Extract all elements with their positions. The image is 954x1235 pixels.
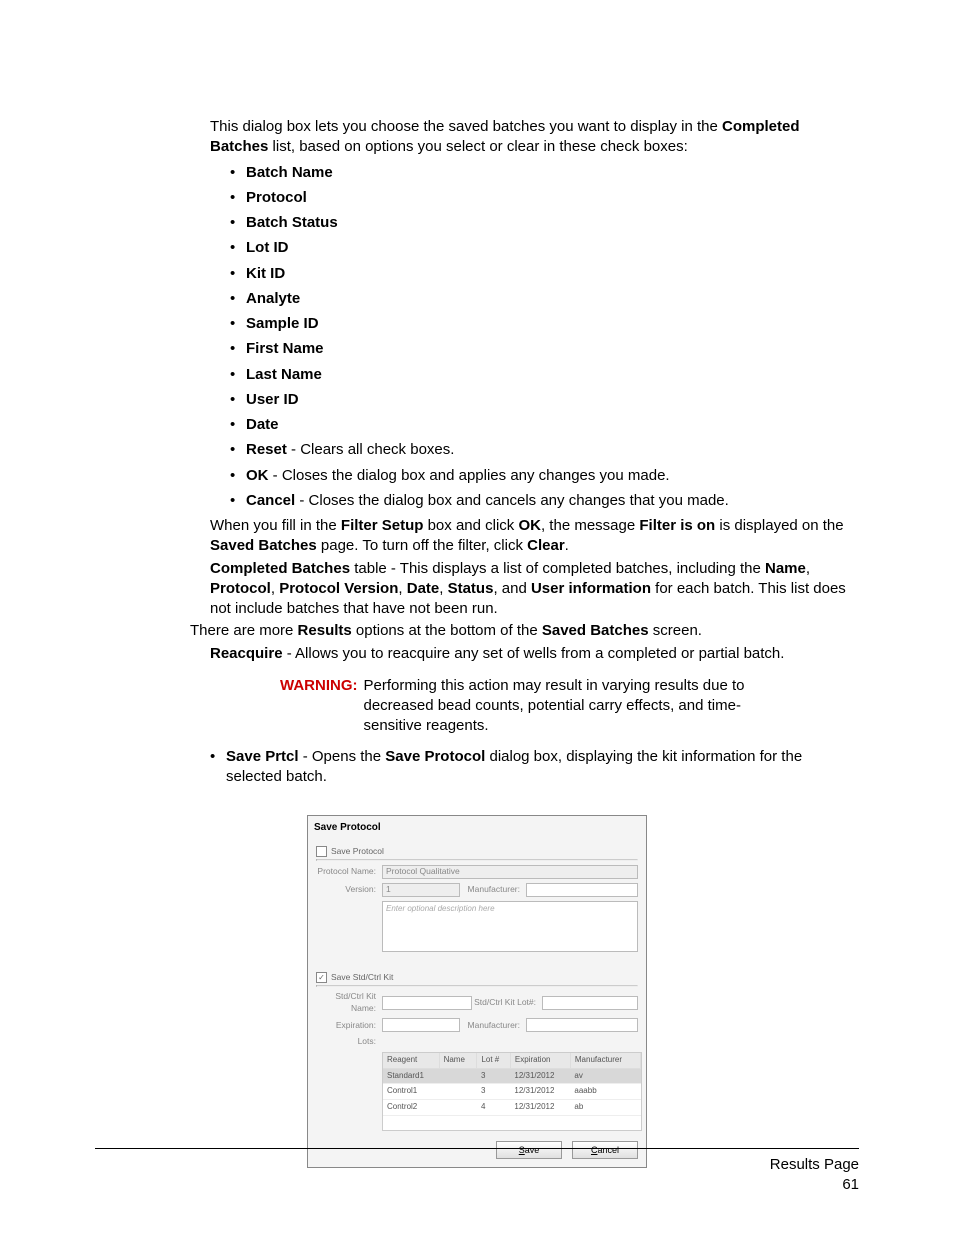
page-footer: Results Page 61 xyxy=(95,1148,859,1196)
col-mfr: Manufacturer xyxy=(570,1053,640,1068)
list-item: Last Name xyxy=(246,366,322,383)
save-protocol-checkbox-label: Save Protocol xyxy=(331,846,384,857)
list-item: Kit ID xyxy=(246,265,285,282)
manufacturer-label: Manufacturer: xyxy=(460,884,526,895)
kit-lot-label: Std/Ctrl Kit Lot#: xyxy=(472,997,542,1008)
list-item: Sample ID xyxy=(246,315,319,332)
list-item: Lot ID xyxy=(246,239,289,256)
manufacturer2-label: Manufacturer: xyxy=(460,1020,526,1031)
table-row[interactable]: Control2412/31/2012ab xyxy=(383,1100,641,1116)
dialog-title: Save Protocol xyxy=(308,816,646,838)
filter-para: When you fill in the Filter Setup box an… xyxy=(210,516,859,557)
save-prtcl-desc: Save Prtcl - Opens the Save Protocol dia… xyxy=(210,747,859,788)
table-row[interactable]: Control1312/31/2012aaabb xyxy=(383,1084,641,1100)
checkbox-option-list: Batch Name Protocol Batch Status Lot ID … xyxy=(230,163,859,512)
list-item: First Name xyxy=(246,340,324,357)
save-protocol-dialog: Save Protocol Save Protocol Protocol Nam… xyxy=(307,815,647,1168)
list-item: User ID xyxy=(246,391,299,408)
version-label: Version: xyxy=(316,884,382,895)
expiration-label: Expiration: xyxy=(316,1020,382,1031)
col-exp: Expiration xyxy=(510,1053,570,1068)
table-row[interactable]: Standard1312/31/2012av xyxy=(383,1068,641,1084)
description-textarea[interactable]: Enter optional description here xyxy=(382,901,638,952)
completed-para: Completed Batches table - This displays … xyxy=(210,559,859,620)
intro-para: This dialog box lets you choose the save… xyxy=(210,117,859,158)
list-item: Protocol xyxy=(246,189,307,206)
manufacturer-input[interactable] xyxy=(526,883,638,897)
protocol-name-label: Protocol Name: xyxy=(316,866,382,877)
kit-lot-input[interactable] xyxy=(542,996,638,1010)
list-item: Analyte xyxy=(246,290,300,307)
expiration-input[interactable] xyxy=(382,1018,460,1032)
col-name: Name xyxy=(439,1053,477,1068)
reset-desc: Reset - Clears all check boxes. xyxy=(230,440,859,460)
kit-name-label: Std/Ctrl Kit Name: xyxy=(316,991,382,1014)
lots-table: Reagent Name Lot # Expiration Manufactur… xyxy=(382,1052,642,1131)
list-item: Batch Name xyxy=(246,164,333,181)
save-protocol-checkbox[interactable] xyxy=(316,846,327,857)
kit-name-input[interactable] xyxy=(382,996,472,1010)
more-results-para: There are more Results options at the bo… xyxy=(190,621,859,641)
col-lot: Lot # xyxy=(477,1053,510,1068)
ok-desc: OK - Closes the dialog box and applies a… xyxy=(230,466,859,486)
protocol-name-input[interactable]: Protocol Qualitative xyxy=(382,865,638,879)
save-kit-checkbox[interactable]: ✓ xyxy=(316,972,327,983)
warning-label: WARNING: xyxy=(280,676,358,737)
list-item: Date xyxy=(246,416,279,433)
save-kit-checkbox-label: Save Std/Ctrl Kit xyxy=(331,972,393,983)
col-reagent: Reagent xyxy=(383,1053,439,1068)
warning-text: Performing this action may result in var… xyxy=(364,676,860,737)
version-input[interactable]: 1 xyxy=(382,883,460,897)
footer-page-number: 61 xyxy=(95,1175,859,1195)
lots-label: Lots: xyxy=(316,1036,382,1047)
warning-block: WARNING: Performing this action may resu… xyxy=(280,676,859,737)
cancel-desc: Cancel - Closes the dialog box and cance… xyxy=(230,491,859,511)
manufacturer2-input[interactable] xyxy=(526,1018,638,1032)
reacquire-para: Reacquire - Allows you to reacquire any … xyxy=(210,644,859,664)
list-item: Batch Status xyxy=(246,214,338,231)
footer-title: Results Page xyxy=(95,1155,859,1175)
